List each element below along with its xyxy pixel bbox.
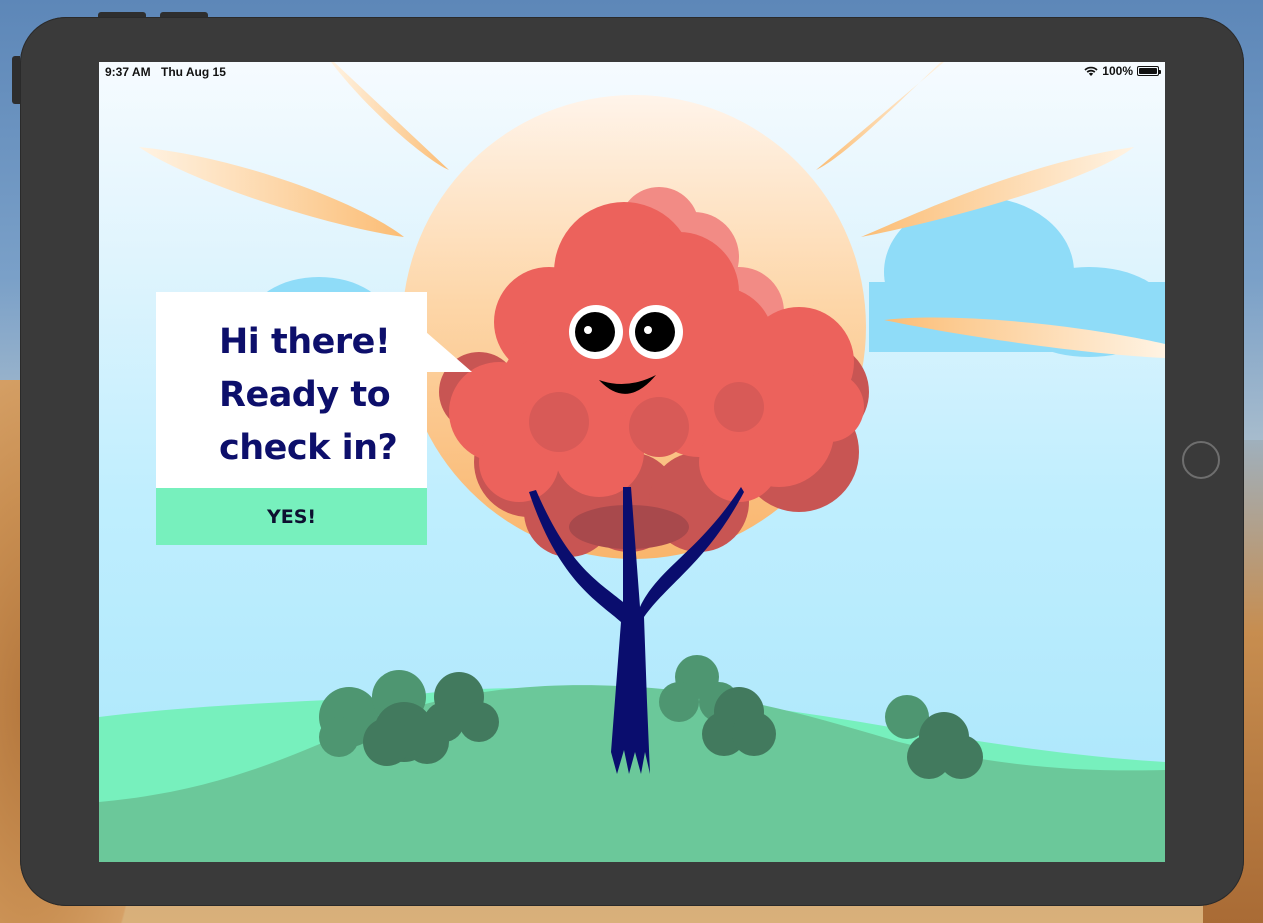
speech-bubble: Hi there! Ready to check in?: [156, 292, 427, 488]
greeting-line: Hi there!: [219, 322, 391, 362]
greeting-line: check in?: [219, 428, 398, 468]
wifi-icon: [1084, 66, 1098, 76]
greeting-line: Ready to: [219, 375, 391, 415]
greeting-text: Hi there! Ready to check in?: [219, 316, 419, 475]
yes-button[interactable]: YES!: [156, 488, 427, 545]
status-time: 9:37 AM: [105, 65, 151, 79]
battery-level: [1139, 68, 1157, 74]
status-indicators: 100%: [1084, 64, 1161, 78]
status-bar: 9:37 AM Thu Aug 15 100%: [99, 62, 1165, 82]
status-date: Thu Aug 15: [161, 65, 226, 79]
desktop-window-edge: [12, 56, 20, 104]
battery-percent: 100%: [1102, 64, 1133, 78]
app-screen: 9:37 AM Thu Aug 15 100% Hi there! Ready …: [99, 62, 1165, 862]
home-button[interactable]: [1182, 441, 1220, 479]
speech-bubble-tail: [426, 332, 472, 372]
battery-icon: [1137, 66, 1161, 76]
